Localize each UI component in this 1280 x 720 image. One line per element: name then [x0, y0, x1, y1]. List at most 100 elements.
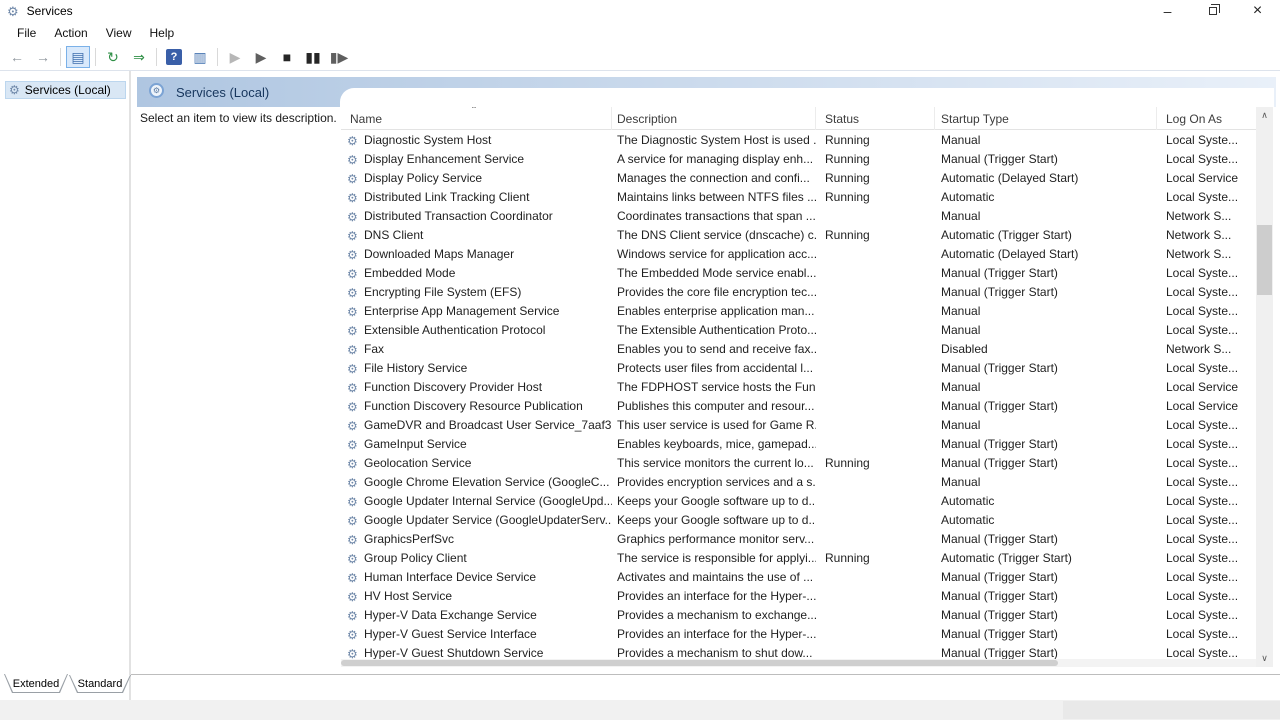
service-row[interactable]: ⚙Extensible Authentication ProtocolThe E…	[341, 321, 1256, 340]
service-logon-cell: Local Syste...	[1157, 302, 1250, 321]
menu-action[interactable]: Action	[45, 23, 96, 43]
service-row[interactable]: ⚙HV Host ServiceProvides an interface fo…	[341, 587, 1256, 606]
service-startup-cell: Automatic (Delayed Start)	[935, 169, 1157, 188]
service-logon-cell: Local Syste...	[1157, 150, 1250, 169]
title-bar[interactable]: ⚙ Services – ×	[0, 0, 1280, 22]
minimize-button[interactable]: –	[1145, 0, 1190, 22]
service-name: Hyper-V Data Exchange Service	[364, 606, 537, 625]
restore-button[interactable]	[1190, 0, 1235, 22]
service-gear-icon: ⚙	[347, 249, 364, 261]
gear-icon: ⚙	[9, 84, 20, 96]
service-startup-cell: Manual	[935, 302, 1157, 321]
service-row[interactable]: ⚙Downloaded Maps ManagerWindows service …	[341, 245, 1256, 264]
service-row[interactable]: ⚙Group Policy ClientThe service is respo…	[341, 549, 1256, 568]
service-startup-cell: Manual (Trigger Start)	[935, 568, 1157, 587]
tab-extended[interactable]: Extended	[4, 674, 68, 693]
properties-window-icon-glyph: ▥	[193, 50, 206, 64]
service-logon-cell: Local Service	[1157, 397, 1250, 416]
service-row[interactable]: ⚙Embedded ModeThe Embedded Mode service …	[341, 264, 1256, 283]
service-desc-cell: This service monitors the current lo...	[612, 454, 816, 473]
column-header-startup-type[interactable]: Startup Type	[935, 107, 1157, 130]
scroll-up-button[interactable]: ∧	[1256, 107, 1273, 124]
service-row[interactable]: ⚙Google Chrome Elevation Service (Google…	[341, 473, 1256, 492]
service-startup-cell: Manual (Trigger Start)	[935, 587, 1157, 606]
pause-service-icon[interactable]: ▮▮	[301, 46, 325, 68]
service-row[interactable]: ⚙GameDVR and Broadcast User Service_7aaf…	[341, 416, 1256, 435]
service-row[interactable]: ⚙File History ServiceProtects user files…	[341, 359, 1256, 378]
properties-window-icon[interactable]: ▥	[188, 46, 212, 68]
service-row[interactable]: ⚙GraphicsPerfSvcGraphics performance mon…	[341, 530, 1256, 549]
service-row[interactable]: ⚙DNS ClientThe DNS Client service (dnsca…	[341, 226, 1256, 245]
service-row[interactable]: ⚙Google Updater Service (GoogleUpdaterSe…	[341, 511, 1256, 530]
service-desc-cell: Provides a mechanism to exchange...	[612, 606, 816, 625]
start-service-icon[interactable]: ▶	[223, 46, 247, 68]
column-header-status[interactable]: Status	[816, 107, 935, 130]
service-name: Function Discovery Provider Host	[364, 378, 542, 397]
service-desc-cell: Provides an interface for the Hyper-...	[612, 587, 816, 606]
toolbar-separator	[217, 48, 218, 66]
horizontal-scrollbar-thumb[interactable]	[341, 660, 1058, 666]
service-status-cell	[816, 625, 935, 644]
tab-standard[interactable]: Standard	[69, 675, 131, 693]
service-logon-cell: Local Syste...	[1157, 511, 1250, 530]
service-name: Geolocation Service	[364, 454, 471, 473]
service-status-cell	[816, 245, 935, 264]
service-status-cell	[816, 378, 935, 397]
forward-icon[interactable]: →	[31, 46, 55, 68]
service-row[interactable]: ⚙Distributed Link Tracking ClientMaintai…	[341, 188, 1256, 207]
refresh-icon[interactable]: ↻	[101, 46, 125, 68]
service-status-cell: Running	[816, 454, 935, 473]
close-button[interactable]: ×	[1235, 0, 1280, 22]
menu-view[interactable]: View	[97, 23, 141, 43]
stop-service-icon[interactable]: ■	[275, 46, 299, 68]
service-row[interactable]: ⚙Hyper-V Data Exchange ServiceProvides a…	[341, 606, 1256, 625]
service-startup-cell: Manual	[935, 207, 1157, 226]
restart-service-icon[interactable]: ▮▶	[327, 46, 351, 68]
service-row[interactable]: ⚙Hyper-V Guest Service InterfaceProvides…	[341, 625, 1256, 644]
service-row[interactable]: ⚙GameInput ServiceEnables keyboards, mic…	[341, 435, 1256, 454]
service-startup-cell: Manual (Trigger Start)	[935, 435, 1157, 454]
service-row[interactable]: ⚙Function Discovery Provider HostThe FDP…	[341, 378, 1256, 397]
tab-label: Extended	[4, 674, 68, 693]
play-service-icon[interactable]: ▶	[249, 46, 273, 68]
horizontal-scrollbar[interactable]	[341, 659, 1256, 667]
service-row[interactable]: ⚙Human Interface Device ServiceActivates…	[341, 568, 1256, 587]
sort-ascending-icon: ˆ	[472, 107, 476, 118]
service-name-cell: ⚙Function Discovery Provider Host	[341, 378, 612, 397]
menu-help[interactable]: Help	[141, 23, 184, 43]
service-desc-cell: The service is responsible for applyi...	[612, 549, 816, 568]
service-row[interactable]: ⚙Display Policy ServiceManages the conne…	[341, 169, 1256, 188]
back-icon[interactable]: ←	[5, 46, 29, 68]
menu-file[interactable]: File	[8, 23, 45, 43]
service-row[interactable]: ⚙Encrypting File System (EFS)Provides th…	[341, 283, 1256, 302]
services-circle-icon: ⚙	[149, 83, 164, 98]
service-logon-cell: Local Syste...	[1157, 188, 1250, 207]
service-row[interactable]: ⚙Geolocation ServiceThis service monitor…	[341, 454, 1256, 473]
service-row[interactable]: ⚙Diagnostic System HostThe Diagnostic Sy…	[341, 131, 1256, 150]
service-logon-cell: Local Syste...	[1157, 587, 1250, 606]
service-row[interactable]: ⚙Enterprise App Management ServiceEnable…	[341, 302, 1256, 321]
service-name-cell: ⚙Function Discovery Resource Publication	[341, 397, 612, 416]
service-row[interactable]: ⚙Google Updater Internal Service (Google…	[341, 492, 1256, 511]
vertical-scrollbar-thumb[interactable]	[1257, 225, 1272, 295]
column-header-log-on-as[interactable]: Log On As	[1157, 107, 1250, 130]
service-name-cell: ⚙GraphicsPerfSvc	[341, 530, 612, 549]
vertical-scrollbar[interactable]: ∧ ∨	[1256, 107, 1273, 667]
show-console-tree-icon[interactable]: ▤	[66, 46, 90, 68]
service-desc-cell: The Extensible Authentication Proto...	[612, 321, 816, 340]
service-name: Google Updater Internal Service (GoogleU…	[364, 492, 612, 511]
tree-item-services-local[interactable]: ⚙ Services (Local)	[5, 81, 126, 99]
service-name-cell: ⚙Encrypting File System (EFS)	[341, 283, 612, 302]
service-name-cell: ⚙Display Enhancement Service	[341, 150, 612, 169]
service-row[interactable]: ⚙Display Enhancement ServiceA service fo…	[341, 150, 1256, 169]
column-header-name[interactable]: Name ˆ	[341, 107, 612, 130]
scroll-down-button[interactable]: ∨	[1256, 650, 1273, 667]
service-row[interactable]: ⚙Function Discovery Resource Publication…	[341, 397, 1256, 416]
console-tree-panel: ⚙ Services (Local)	[0, 71, 131, 700]
service-row[interactable]: ⚙Distributed Transaction CoordinatorCoor…	[341, 207, 1256, 226]
show-console-tree-icon-glyph: ▤	[71, 50, 84, 64]
export-list-icon[interactable]: ⇒	[127, 46, 151, 68]
column-header-description[interactable]: Description	[612, 107, 816, 130]
service-row[interactable]: ⚙FaxEnables you to send and receive fax.…	[341, 340, 1256, 359]
help-icon[interactable]: ?	[162, 46, 186, 68]
